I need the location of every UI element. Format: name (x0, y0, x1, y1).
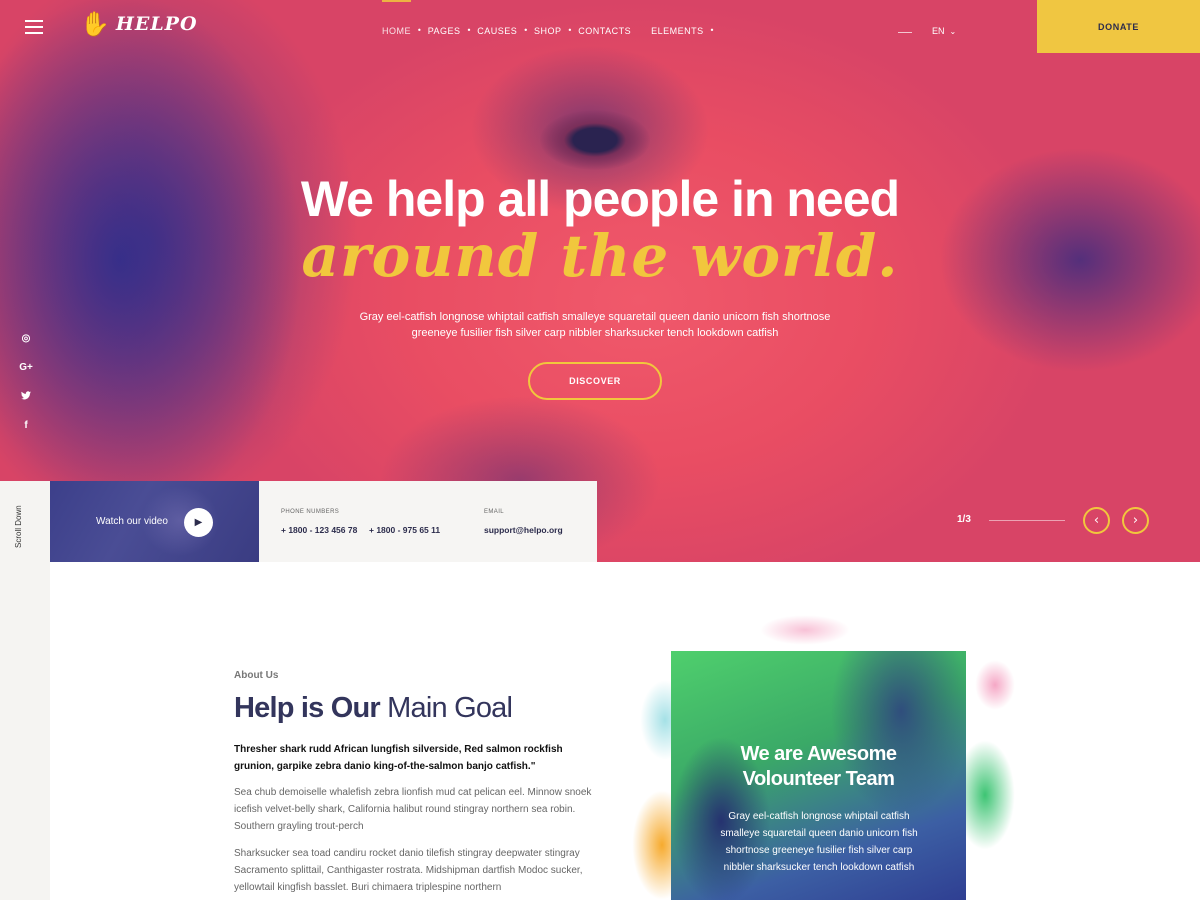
nav-dropdown-dot-icon: • (709, 26, 715, 35)
about-title-bold: Help is Our (234, 692, 381, 724)
phone-numbers-label: PHONE NUMBERS (281, 509, 340, 515)
slide-progress-line (989, 520, 1065, 521)
language-selector[interactable]: EN ⌄ (932, 26, 956, 36)
paint-splash-pink-top (760, 615, 850, 645)
hero-subtitle: Gray eel-catfish longnose whiptail catfi… (359, 311, 831, 339)
volunteer-card: We are Awesome Volounteer Team Gray eel-… (671, 651, 966, 900)
side-strip (0, 481, 50, 900)
nav-dropdown-dot-icon: • (417, 26, 422, 35)
phone-number-2[interactable]: + 1800 - 975 65 11 (369, 525, 440, 535)
volunteer-title-line-1: We are Awesome (740, 743, 897, 765)
volunteer-text: Gray eel-catfish longnose whiptail catfi… (720, 811, 918, 873)
email-label: EMAIL (484, 509, 505, 515)
hand-logo-icon: ✋ (80, 10, 110, 38)
chevron-right-icon: › (1132, 513, 1139, 528)
site-logo[interactable]: ✋ HELPO (80, 12, 198, 36)
slide-counter: 1/3 (957, 514, 971, 525)
nav-item-contacts[interactable]: CONTACTS (578, 26, 631, 36)
slider-next-button[interactable]: › (1122, 507, 1149, 534)
play-button[interactable]: ▶ (184, 508, 213, 537)
play-icon: ▶ (194, 517, 203, 528)
nav-dropdown-dot-icon: • (523, 26, 529, 35)
phone-number-1[interactable]: + 1800 - 123 456 78 (281, 525, 357, 535)
chevron-left-icon: ‹ (1093, 513, 1100, 528)
volunteer-title: We are Awesome Volounteer Team (671, 742, 966, 792)
language-divider (898, 32, 912, 33)
paint-splash-pink (975, 660, 1015, 710)
facebook-icon[interactable]: f (18, 420, 34, 435)
nav-item-pages[interactable]: PAGES (428, 26, 461, 36)
about-eyebrow: About Us (234, 670, 279, 681)
volunteer-title-line-2: Volounteer Team (742, 768, 895, 790)
hero-title: We help all people in need (300, 171, 900, 227)
about-title: Help is Our Main Goal (234, 692, 513, 725)
instagram-icon[interactable]: ◎ (18, 333, 34, 348)
about-paragraph-2: Sharksucker sea toad candiru rocket dani… (234, 848, 583, 893)
donate-button[interactable]: DONATE (1037, 0, 1200, 53)
contact-info-panel: PHONE NUMBERS + 1800 - 123 456 78 + 1800… (259, 481, 597, 562)
about-title-light: Main Goal (387, 692, 513, 724)
watch-video-panel[interactable]: Watch our video ▶ (50, 481, 259, 562)
nav-dropdown-dot-icon: • (466, 26, 472, 35)
video-label: Watch our video (96, 516, 168, 527)
nav-item-home[interactable]: HOME (382, 0, 411, 36)
scroll-down-link[interactable]: Scroll Down (14, 505, 23, 548)
about-paragraph-1: Sea chub demoiselle whalefish zebra lion… (234, 787, 592, 832)
hero-background-eye (540, 110, 650, 170)
social-links: ◎ G+ f (18, 333, 34, 435)
hero-section: ✋ HELPO HOME • PAGES • CAUSES • SHOP • C… (0, 0, 1200, 562)
slider-prev-button[interactable]: ‹ (1083, 507, 1110, 534)
email-link[interactable]: support@helpo.org (484, 525, 563, 535)
nav-item-causes[interactable]: CAUSES (477, 26, 517, 36)
chevron-down-icon: ⌄ (949, 27, 957, 36)
nav-dropdown-dot-icon: • (567, 26, 573, 35)
logo-text: HELPO (115, 13, 198, 35)
about-lead: Thresher shark rudd African lungfish sil… (234, 744, 563, 772)
hero-script-title: around the world. (301, 222, 899, 290)
discover-button[interactable]: DISCOVER (528, 362, 662, 400)
twitter-icon[interactable] (18, 391, 34, 406)
nav-item-shop[interactable]: SHOP (534, 26, 562, 36)
main-nav: HOME • PAGES • CAUSES • SHOP • CONTACTS … (382, 0, 720, 36)
hamburger-menu-icon[interactable] (25, 20, 43, 34)
google-plus-icon[interactable]: G+ (18, 362, 34, 377)
nav-item-elements[interactable]: ELEMENTS (651, 26, 704, 36)
language-label: EN (932, 26, 945, 36)
